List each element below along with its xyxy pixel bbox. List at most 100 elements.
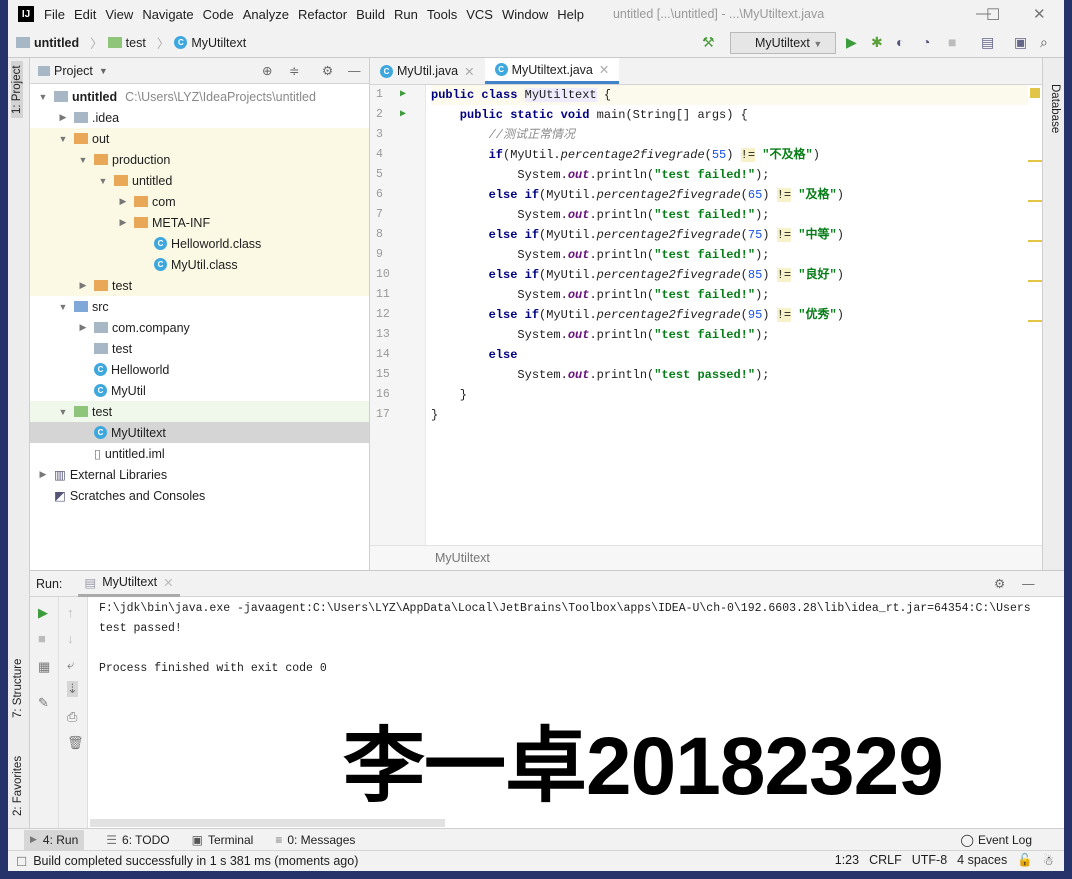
menu-window[interactable]: Window: [502, 7, 548, 22]
tree-item[interactable]: ▯ untitled.iml: [30, 443, 369, 464]
rerun-icon[interactable]: ▶: [38, 605, 48, 621]
menu-tools[interactable]: Tools: [427, 7, 457, 22]
maximize-button[interactable]: ☐: [986, 5, 1000, 25]
breadcrumb-myutiltext[interactable]: C MyUtiltext: [174, 36, 246, 50]
tree-item[interactable]: ▼ untitled: [30, 170, 369, 191]
print-icon[interactable]: ⎙: [67, 709, 77, 725]
tab-todo[interactable]: ☰ 6: TODO: [106, 833, 169, 847]
gear-icon[interactable]: ⚙: [994, 576, 1005, 591]
hide-icon[interactable]: —: [348, 64, 361, 78]
chevron-icon[interactable]: ▼: [76, 155, 90, 165]
file-encoding[interactable]: UTF-8: [912, 853, 947, 868]
layout-icon[interactable]: ▦: [38, 659, 50, 675]
menu-vcs[interactable]: VCS: [466, 7, 493, 22]
close-tab-icon[interactable]: ✕: [599, 62, 609, 77]
chevron-icon[interactable]: ▶: [76, 322, 90, 333]
tree-item[interactable]: ▶ META-INF: [30, 212, 369, 233]
run-tab-myutiltext[interactable]: ▤ MyUtiltext ✕: [78, 571, 180, 597]
collapse-all-icon[interactable]: ≑: [289, 63, 299, 78]
chevron-icon[interactable]: ▶: [36, 469, 50, 480]
tree-item[interactable]: C MyUtil: [30, 380, 369, 401]
menu-help[interactable]: Help: [557, 7, 584, 22]
menu-navigate[interactable]: Navigate: [142, 7, 193, 22]
close-button[interactable]: ✕: [1033, 5, 1046, 23]
run-configuration-select[interactable]: MyUtiltext ▼: [730, 32, 836, 54]
tree-item[interactable]: C MyUtil.class: [30, 254, 369, 275]
toggle-tool-windows-icon[interactable]: ☐: [16, 854, 27, 869]
menu-refactor[interactable]: Refactor: [298, 7, 347, 22]
tree-item[interactable]: test: [30, 338, 369, 359]
menu-view[interactable]: View: [105, 7, 133, 22]
console-output[interactable]: F:\jdk\bin\java.exe -javaagent:C:\Users\…: [99, 599, 1031, 679]
tab-project[interactable]: 1: Project: [11, 61, 23, 118]
status-message[interactable]: Build completed successfully in 1 s 381 …: [33, 854, 358, 868]
tree-item[interactable]: ▼ out: [30, 128, 369, 149]
lock-icon[interactable]: 🔓: [1017, 853, 1033, 868]
profile-icon[interactable]: ◔: [922, 34, 930, 50]
tree-item[interactable]: C Helloworld.class: [30, 233, 369, 254]
project-structure-icon[interactable]: ▤: [981, 34, 994, 51]
chevron-icon[interactable]: ▶: [56, 112, 70, 123]
tab-run[interactable]: ▶ 4: Run: [24, 829, 85, 850]
tab-structure[interactable]: 7: Structure: [12, 659, 24, 718]
chevron-icon[interactable]: ▶: [76, 280, 90, 291]
tree-item[interactable]: ▼ untitled C:\Users\LYZ\IdeaProjects\untit…: [30, 86, 369, 107]
terminal-icon[interactable]: ▣: [1014, 34, 1027, 51]
run-gutter-icon[interactable]: ▶: [400, 85, 406, 105]
tab-favorites[interactable]: 2: Favorites: [12, 756, 24, 816]
stop-icon[interactable]: ■: [948, 34, 956, 50]
tab-myutiltext-java[interactable]: C MyUtiltext.java ✕: [484, 58, 620, 84]
tree-item[interactable]: C MyUtiltext: [30, 422, 369, 443]
chevron-icon[interactable]: ▼: [56, 407, 70, 417]
gear-icon[interactable]: ⚙: [322, 63, 333, 78]
menu-edit[interactable]: Edit: [74, 7, 96, 22]
project-view-select[interactable]: Project: [54, 64, 93, 78]
tree-item[interactable]: ▼ src: [30, 296, 369, 317]
chevron-icon[interactable]: ▶: [116, 196, 130, 207]
locate-icon[interactable]: ⊕: [262, 63, 272, 78]
caret-position[interactable]: 1:23: [835, 853, 859, 868]
down-arrow-icon[interactable]: ↓: [67, 631, 74, 646]
menu-build[interactable]: Build: [356, 7, 385, 22]
close-tab-icon[interactable]: ✕: [163, 575, 173, 590]
menu-file[interactable]: File: [44, 7, 65, 22]
line-separator[interactable]: CRLF: [869, 853, 902, 868]
build-hammer-icon[interactable]: ⚒: [702, 34, 715, 51]
chevron-icon[interactable]: ▼: [56, 134, 70, 144]
tree-item[interactable]: ▶ ▥ External Libraries: [30, 464, 369, 485]
tree-item[interactable]: ▼ production: [30, 149, 369, 170]
error-stripe-mark[interactable]: [1028, 280, 1042, 282]
tab-terminal[interactable]: ▣ Terminal: [192, 833, 254, 847]
tree-item[interactable]: ▶ .idea: [30, 107, 369, 128]
error-stripe-mark[interactable]: [1028, 200, 1042, 202]
tree-item[interactable]: ▶ com: [30, 191, 369, 212]
tree-item[interactable]: C Helloworld: [30, 359, 369, 380]
pin-icon[interactable]: ✎: [38, 695, 49, 711]
code-area[interactable]: public class MyUtiltext { public static …: [431, 85, 1028, 425]
coverage-icon[interactable]: ◐: [896, 34, 904, 50]
tree-item[interactable]: ▼ test: [30, 401, 369, 422]
chevron-icon[interactable]: ▼: [96, 176, 110, 186]
menu-code[interactable]: Code: [203, 7, 234, 22]
chevron-icon[interactable]: ▼: [56, 302, 70, 312]
tree-item[interactable]: ▶ test: [30, 275, 369, 296]
tree-item[interactable]: ◩ Scratches and Consoles: [30, 485, 369, 506]
up-arrow-icon[interactable]: ↑: [67, 605, 74, 620]
tab-messages[interactable]: ≡ 0: Messages: [275, 833, 355, 847]
breadcrumb-test[interactable]: test: [107, 36, 146, 50]
tab-database[interactable]: Database: [1049, 84, 1061, 133]
editor-breadcrumb[interactable]: MyUtiltext: [370, 545, 1042, 570]
tab-myutil-java[interactable]: C MyUtil.java ✕: [370, 58, 485, 84]
inspector-icon[interactable]: ☃: [1043, 853, 1054, 868]
menu-run[interactable]: Run: [394, 7, 418, 22]
run-gutter-icon[interactable]: ▶: [400, 105, 406, 125]
menu-analyze[interactable]: Analyze: [243, 7, 289, 22]
trash-icon[interactable]: 🗑: [67, 735, 84, 751]
scroll-to-end-icon[interactable]: ⇣: [67, 681, 78, 697]
event-log-button[interactable]: ◯ Event Log: [961, 833, 1032, 847]
error-stripe-mark[interactable]: [1028, 320, 1042, 322]
error-stripe-mark[interactable]: [1028, 240, 1042, 242]
hide-icon[interactable]: —: [1022, 577, 1035, 591]
soft-wrap-icon[interactable]: ⤶: [67, 657, 74, 673]
tree-item[interactable]: ▶ com.company: [30, 317, 369, 338]
